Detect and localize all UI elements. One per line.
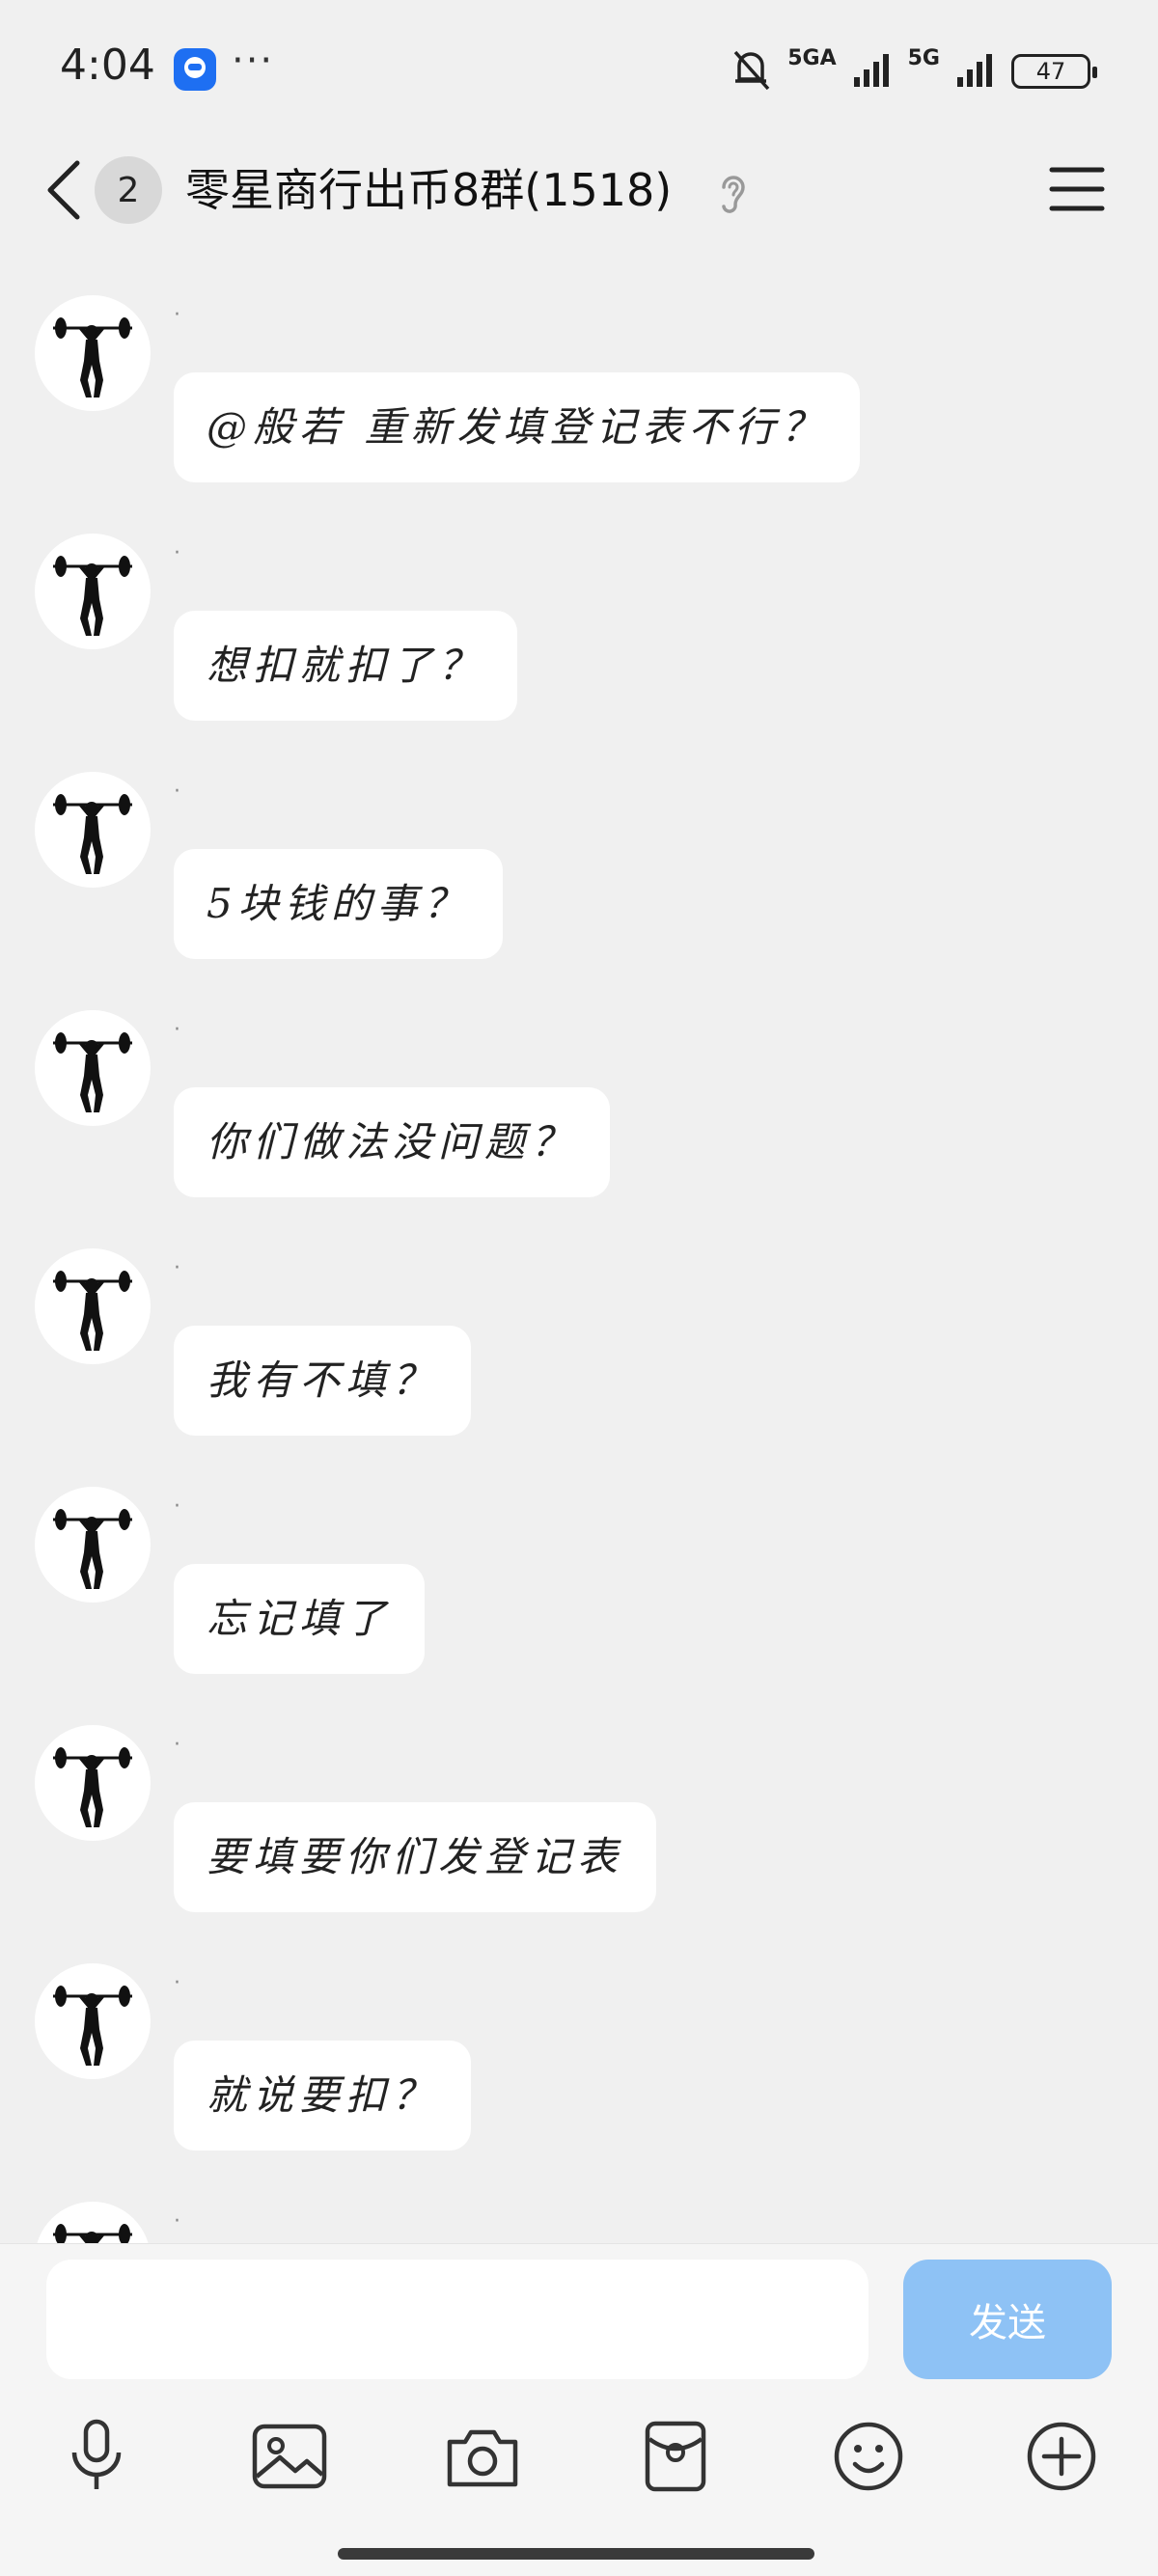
red-packet-icon [645,2421,706,2492]
sender-nickname: · [174,780,180,804]
battery-level: 47 [1035,58,1066,85]
avatar[interactable] [35,1248,151,1364]
chat-header: 2 零星商行出币8群(1518) [0,135,1158,241]
weightlifter-avatar-icon [53,794,132,874]
avatar[interactable] [35,534,151,649]
avatar[interactable] [35,2202,151,2243]
message-row: · 就说要扣？ [0,1948,1158,2186]
message-bubble[interactable]: 就说要扣？ [174,2041,472,2151]
status-bar: 4:04 ··· 5GA 5G 47 [0,0,1158,135]
avatar[interactable] [35,1010,151,1126]
chevron-left-icon [47,160,80,220]
message-list[interactable]: · @般若 重新发填登记表不行？ · 想扣就扣了？ · 5块钱的事？ · 你们做法没问题？ · 我… [0,280,1158,2243]
message-bubble[interactable]: 5块钱的事？ [174,849,503,959]
microphone-button[interactable] [48,2408,145,2505]
weightlifter-avatar-icon [53,556,132,636]
image-icon [252,2424,327,2489]
message-row: · @般若 重新发填登记表不行？ [0,280,1158,518]
signal-label-1: 5GA [787,45,837,70]
home-indicator[interactable] [338,2548,814,2560]
sender-nickname: · [174,1018,180,1042]
avatar[interactable] [35,772,151,888]
weightlifter-avatar-icon [53,1032,132,1112]
signal-label-2: 5G [907,45,940,70]
send-button[interactable]: 发送 [903,2260,1112,2379]
weightlifter-avatar-icon [53,2224,132,2243]
sender-nickname: · [174,1733,180,1757]
sender-nickname: · [174,1971,180,1995]
sender-nickname: · [174,541,180,565]
menu-button[interactable] [1048,160,1106,218]
weightlifter-avatar-icon [53,1509,132,1589]
chat-screen: 4:04 ··· 5GA 5G 47 2 零星商行出币8群(1518) · @般… [0,0,1158,2576]
sender-nickname: · [174,2209,180,2233]
signal-bars-icon [852,50,893,93]
weightlifter-avatar-icon [53,1986,132,2066]
input-toolbar [0,2408,1158,2524]
battery-icon: 47 [1011,54,1097,89]
sender-nickname: · [174,1256,180,1280]
weightlifter-avatar-icon [53,317,132,397]
signal-bars-icon [955,50,996,93]
ear-icon[interactable] [714,170,753,214]
avatar[interactable] [35,1487,151,1603]
message-row: · [0,2186,1158,2243]
message-bubble[interactable]: 要填要你们发登记表 [174,1802,657,1912]
weightlifter-avatar-icon [53,1271,132,1351]
plus-button[interactable] [1013,2408,1110,2505]
message-row: · 想扣就扣了？ [0,518,1158,756]
mute-bell-icon [730,46,772,96]
microphone-icon [71,2419,122,2489]
status-indicators: 5GA 5G 47 [730,42,1097,100]
sender-nickname: · [174,1494,180,1519]
hamburger-icon [1049,167,1105,211]
message-bubble[interactable]: 忘记填了 [174,1564,426,1674]
plus-icon [1027,2422,1096,2491]
message-input[interactable] [46,2260,868,2379]
message-bubble[interactable]: @般若 重新发填登记表不行？ [174,372,861,482]
red-packet-button[interactable] [627,2408,724,2505]
back-button[interactable] [35,156,93,224]
unread-count-badge[interactable]: 2 [95,156,162,224]
message-row: · 忘记填了 [0,1471,1158,1710]
group-title[interactable]: 零星商行出币8群(1518) [185,156,672,224]
sender-nickname: · [174,303,180,327]
avatar[interactable] [35,1963,151,2079]
weightlifter-avatar-icon [53,1747,132,1827]
camera-button[interactable] [434,2408,531,2505]
camera-icon [447,2429,518,2487]
image-button[interactable] [241,2408,338,2505]
message-row: · 我有不填？ [0,1233,1158,1471]
message-bubble[interactable]: 我有不填？ [174,1326,472,1436]
app-notification-icon [174,48,216,91]
message-row: · 你们做法没问题？ [0,995,1158,1233]
avatar[interactable] [35,1725,151,1841]
message-row: · 要填要你们发登记表 [0,1710,1158,1948]
avatar[interactable] [35,295,151,411]
message-bubble[interactable]: 想扣就扣了？ [174,611,518,721]
emoji-icon [834,2422,903,2491]
input-area: 发送 [0,2243,1158,2576]
message-row: · 5块钱的事？ [0,756,1158,995]
message-bubble[interactable]: 你们做法没问题？ [174,1087,611,1197]
emoji-button[interactable] [820,2408,917,2505]
status-more-icon: ··· [232,39,275,83]
status-time: 4:04 [60,41,155,90]
